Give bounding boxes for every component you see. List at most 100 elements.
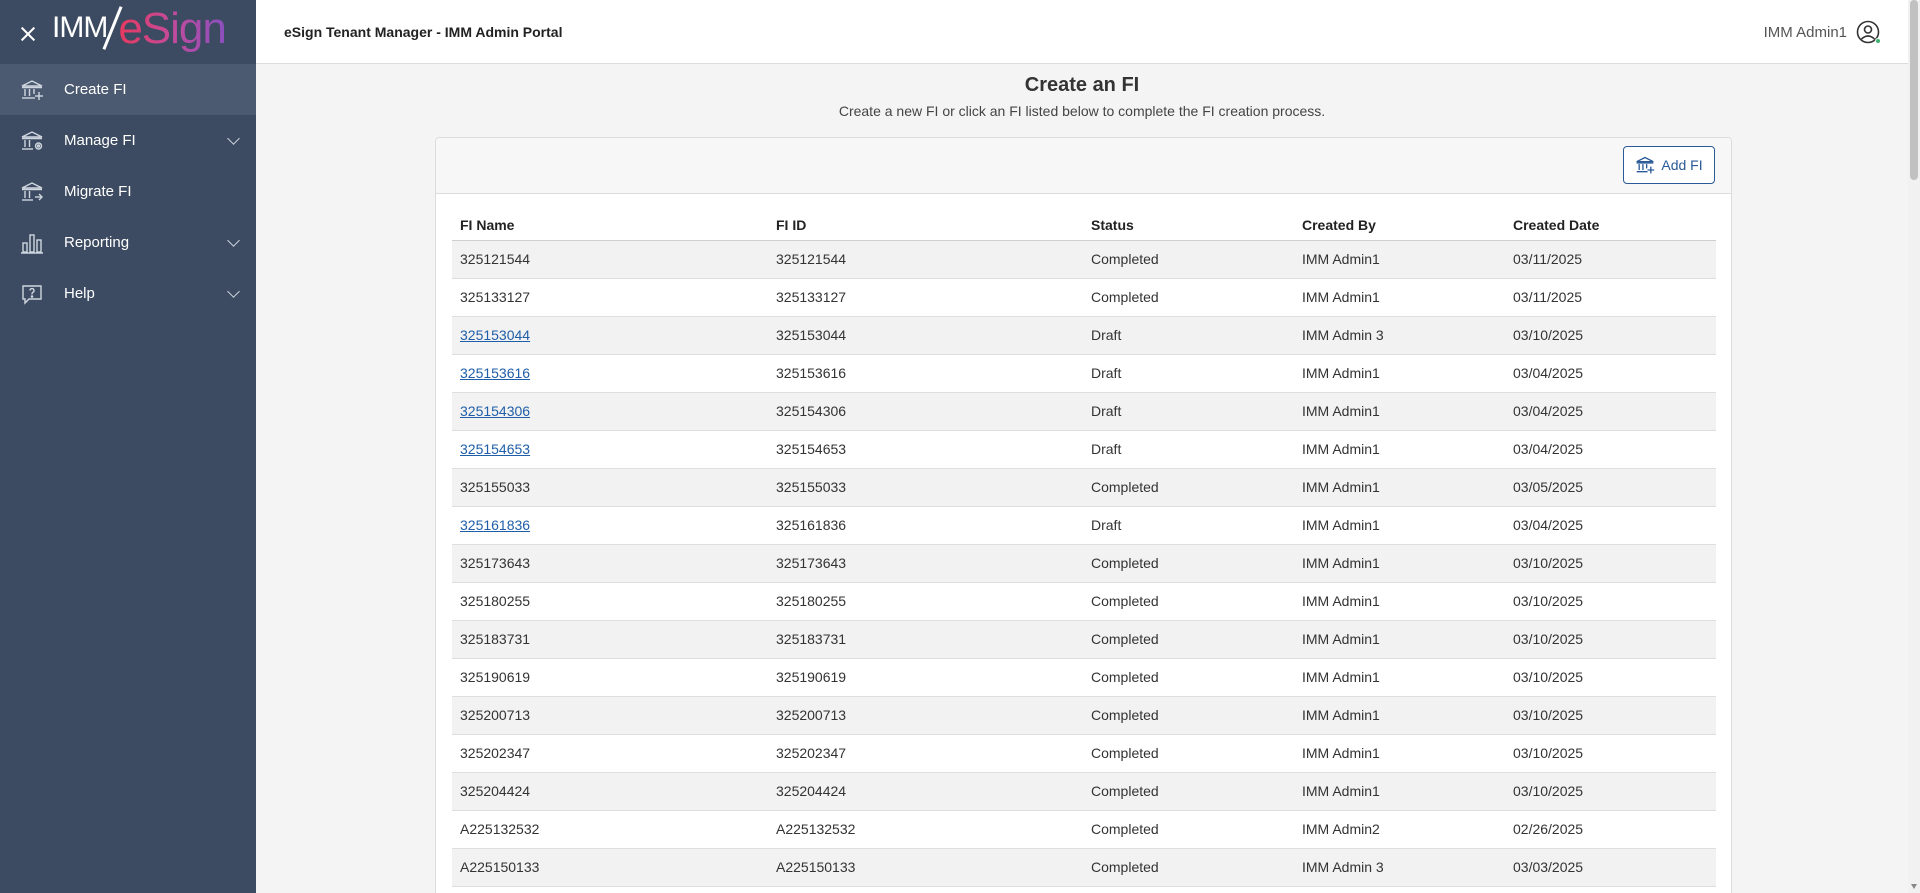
cell-created-by: IMM Admin1 bbox=[1294, 392, 1505, 431]
col-header-fi-id[interactable]: FI ID bbox=[768, 210, 1083, 241]
table-row[interactable]: 325153616 325153616 Draft IMM Admin1 03/04/2… bbox=[452, 354, 1716, 393]
cell-created-by: IMM Admin1 bbox=[1294, 734, 1505, 773]
cell-status: Draft bbox=[1083, 506, 1294, 545]
fi-name-link[interactable]: 325153616 bbox=[460, 365, 530, 381]
bank-arrow-icon bbox=[20, 180, 44, 204]
cell-created-by: IMM Admin1 bbox=[1294, 696, 1505, 735]
fi-name-link[interactable]: 325154653 bbox=[460, 441, 530, 457]
col-header-status[interactable]: Status bbox=[1083, 210, 1294, 241]
table-row: 325121544 325121544 Completed IMM Admin1 03/… bbox=[452, 240, 1716, 279]
col-header-created-date[interactable]: Created Date bbox=[1505, 210, 1716, 241]
table-row: 325155033 325155033 Completed IMM Admin1 03/… bbox=[452, 468, 1716, 507]
cell-status: Draft bbox=[1083, 430, 1294, 469]
cell-created-by: IMM Admin1 bbox=[1294, 582, 1505, 621]
fi-name-link[interactable]: 325161836 bbox=[460, 517, 530, 533]
sidebar-item-label: Create FI bbox=[64, 81, 127, 98]
top-bar: eSign Tenant Manager - IMM Admin Portal … bbox=[256, 0, 1920, 64]
cell-created-date: 03/04/2025 bbox=[1505, 506, 1716, 545]
sidebar-item-label: Manage FI bbox=[64, 132, 136, 149]
cell-fi-id: 325154306 bbox=[768, 392, 1083, 431]
cell-fi-name: 325204424 bbox=[452, 772, 768, 811]
cell-status: Completed bbox=[1083, 772, 1294, 811]
fi-name-link[interactable]: 325153044 bbox=[460, 327, 530, 343]
table-row: 325190619 325190619 Completed IMM Admin1 03/… bbox=[452, 658, 1716, 697]
table-row: 325183731 325183731 Completed IMM Admin1 03/… bbox=[452, 620, 1716, 659]
page-subtitle: Create a new FI or click an FI listed be… bbox=[838, 103, 1326, 119]
cell-created-date: 03/10/2025 bbox=[1505, 658, 1716, 697]
fi-name-link[interactable]: 325154306 bbox=[460, 403, 530, 419]
table-row[interactable]: 325154653 325154653 Draft IMM Admin1 03/04/2… bbox=[452, 430, 1716, 469]
cell-fi-id: 325154653 bbox=[768, 430, 1083, 469]
sidebar-item-manage-fi[interactable]: Manage FI bbox=[0, 115, 256, 166]
close-menu-icon[interactable] bbox=[18, 24, 38, 44]
cell-created-by: IMM Admin1 bbox=[1294, 278, 1505, 317]
cell-fi-name: 325173643 bbox=[452, 544, 768, 583]
cell-created-by: IMM Admin1 bbox=[1294, 468, 1505, 507]
table-row[interactable]: 325154306 325154306 Draft IMM Admin1 03/04/2… bbox=[452, 392, 1716, 431]
cell-created-by: IMM Admin1 bbox=[1294, 772, 1505, 811]
cell-fi-id: 325155033 bbox=[768, 468, 1083, 507]
sidebar-item-migrate-fi[interactable]: Migrate FI bbox=[0, 166, 256, 217]
sidebar-item-create-fi[interactable]: Create FI bbox=[0, 64, 256, 115]
cell-created-date: 03/04/2025 bbox=[1505, 354, 1716, 393]
col-header-created-by[interactable]: Created By bbox=[1294, 210, 1505, 241]
col-header-fi-name[interactable]: FI Name bbox=[452, 210, 768, 241]
cell-created-date: 03/05/2025 bbox=[1505, 468, 1716, 507]
cell-fi-id: 325200713 bbox=[768, 696, 1083, 735]
cell-status: Completed bbox=[1083, 620, 1294, 659]
table-row: 325180255 325180255 Completed IMM Admin1 03/… bbox=[452, 582, 1716, 621]
cell-created-by: IMM Admin2 bbox=[1294, 810, 1505, 849]
cell-status: Completed bbox=[1083, 278, 1294, 317]
cell-created-date: 03/10/2025 bbox=[1505, 620, 1716, 659]
cell-fi-name: 325161836 bbox=[452, 506, 768, 545]
bank-add-icon bbox=[20, 78, 44, 102]
cell-status: Completed bbox=[1083, 848, 1294, 887]
cell-fi-id: 325173643 bbox=[768, 544, 1083, 583]
cell-fi-id: 325161836 bbox=[768, 506, 1083, 545]
user-avatar-icon bbox=[1856, 20, 1881, 44]
sidebar-item-help[interactable]: Help bbox=[0, 268, 256, 319]
cell-status: Completed bbox=[1083, 810, 1294, 849]
cell-fi-id: 325153616 bbox=[768, 354, 1083, 393]
cell-status: Completed bbox=[1083, 240, 1294, 279]
logo-esign-text: eSign bbox=[118, 7, 227, 57]
page-scrollbar[interactable] bbox=[1908, 0, 1920, 893]
fi-table: FI Name FI ID Status Created By Created … bbox=[452, 210, 1716, 887]
cell-fi-name: 325200713 bbox=[452, 696, 768, 735]
cell-fi-id: A225132532 bbox=[768, 810, 1083, 849]
sidebar-item-label: Migrate FI bbox=[64, 183, 132, 200]
table-row[interactable]: 325153044 325153044 Draft IMM Admin 3 03/10/… bbox=[452, 316, 1716, 355]
cell-created-by: IMM Admin1 bbox=[1294, 620, 1505, 659]
table-row: 325204424 325204424 Completed IMM Admin1 03/… bbox=[452, 772, 1716, 811]
cell-created-date: 03/10/2025 bbox=[1505, 582, 1716, 621]
help-bubble-icon bbox=[20, 282, 44, 306]
bar-chart-icon bbox=[20, 231, 44, 255]
cell-created-date: 02/26/2025 bbox=[1505, 810, 1716, 849]
add-fi-label: Add FI bbox=[1661, 157, 1703, 173]
cell-created-by: IMM Admin1 bbox=[1294, 354, 1505, 393]
cell-status: Completed bbox=[1083, 696, 1294, 735]
cell-status: Draft bbox=[1083, 354, 1294, 393]
cell-fi-name: 325153044 bbox=[452, 316, 768, 355]
table-row: 325202347 325202347 Completed IMM Admin1 03/… bbox=[452, 734, 1716, 773]
cell-fi-name: 325183731 bbox=[452, 620, 768, 659]
cell-fi-id: 325183731 bbox=[768, 620, 1083, 659]
sidebar-item-reporting[interactable]: Reporting bbox=[0, 217, 256, 268]
cell-created-by: IMM Admin1 bbox=[1294, 544, 1505, 583]
cell-status: Completed bbox=[1083, 658, 1294, 697]
add-fi-button[interactable]: Add FI bbox=[1623, 146, 1715, 184]
cell-created-date: 03/10/2025 bbox=[1505, 734, 1716, 773]
user-menu[interactable]: IMM Admin1 bbox=[1764, 20, 1881, 44]
chevron-down-icon bbox=[227, 285, 240, 298]
logo-imm-text: IMM bbox=[52, 11, 108, 44]
cell-created-date: 03/10/2025 bbox=[1505, 696, 1716, 735]
chevron-down-icon bbox=[227, 132, 240, 145]
cell-fi-name: 325202347 bbox=[452, 734, 768, 773]
cell-status: Completed bbox=[1083, 734, 1294, 773]
table-row[interactable]: 325161836 325161836 Draft IMM Admin1 03/04/2… bbox=[452, 506, 1716, 545]
scroll-down-arrow-icon[interactable] bbox=[1911, 884, 1917, 889]
cell-fi-id: A225150133 bbox=[768, 848, 1083, 887]
scrollbar-thumb[interactable] bbox=[1910, 0, 1918, 180]
chevron-down-icon bbox=[227, 234, 240, 247]
cell-fi-name: 325153616 bbox=[452, 354, 768, 393]
